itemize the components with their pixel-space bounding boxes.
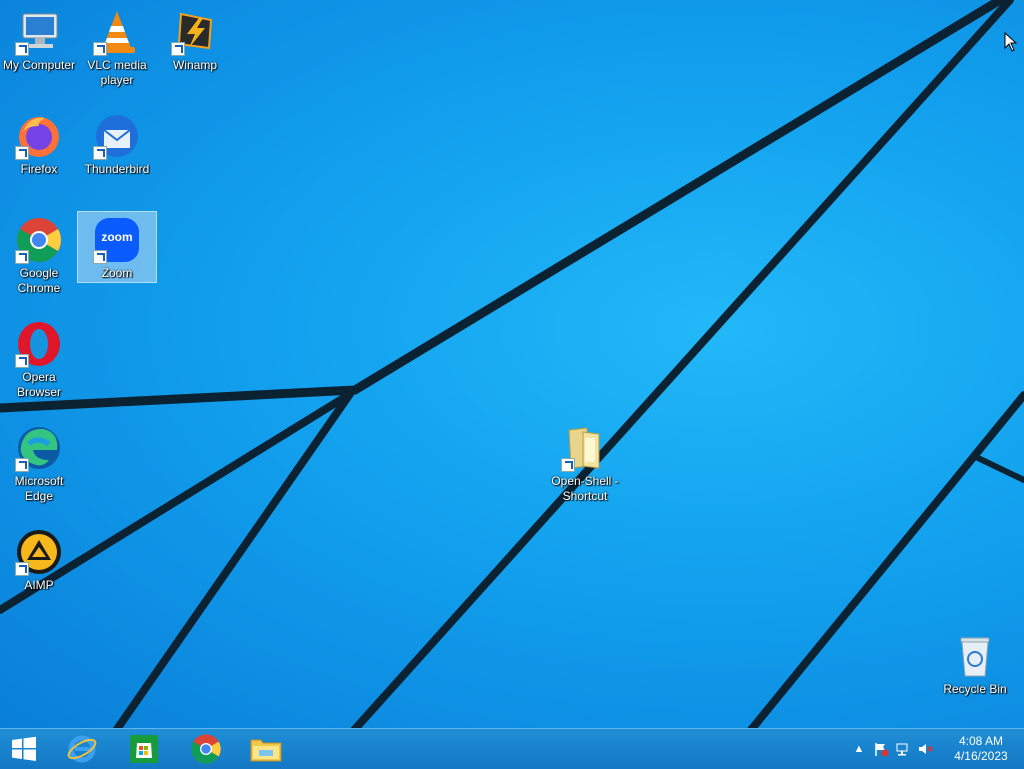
taskbar: ▲ 4:08 AM 4/16/2023 <box>0 728 1024 769</box>
icon-label: Opera Browser <box>16 370 61 399</box>
desktop-icon-open-shell-shortcut[interactable]: Open-Shell - Shortcut <box>546 420 624 504</box>
shortcut-arrow-icon <box>15 458 29 472</box>
desktop-icon-recycle-bin[interactable]: Recycle Bin <box>936 628 1014 697</box>
icon-label: AIMP <box>24 578 54 592</box>
desktop-icon-google-chrome[interactable]: Google Chrome <box>0 212 78 296</box>
desktop[interactable]: My Computer VLC media player Winamp Fire… <box>0 0 1024 728</box>
icon-label: Winamp <box>172 58 217 72</box>
icon-label: Google Chrome <box>17 266 61 295</box>
recycle-bin-icon <box>951 632 999 680</box>
shortcut-arrow-icon <box>15 146 29 160</box>
shortcut-arrow-icon <box>561 458 575 472</box>
aimp-icon <box>15 528 63 576</box>
mouse-cursor-icon <box>1004 32 1018 52</box>
desktop-icon-my-computer[interactable]: My Computer <box>0 4 78 73</box>
clock-date: 4/16/2023 <box>954 749 1008 763</box>
icon-label: Open-Shell - Shortcut <box>551 474 619 503</box>
volume-muted-icon[interactable] <box>914 729 936 769</box>
shortcut-arrow-icon <box>15 250 29 264</box>
firefox-icon <box>15 112 63 160</box>
desktop-icon-vlc[interactable]: VLC media player <box>78 4 156 88</box>
taskbar-chrome[interactable] <box>176 729 236 769</box>
zoom-icon: zoom <box>93 216 141 264</box>
shortcut-arrow-icon <box>93 42 107 56</box>
shortcut-arrow-icon <box>15 562 29 576</box>
folder-icon <box>561 424 609 472</box>
clock-time: 4:08 AM <box>958 734 1004 748</box>
start-button[interactable] <box>0 729 48 769</box>
clock[interactable]: 4:08 AM 4/16/2023 <box>946 734 1016 764</box>
shortcut-arrow-icon <box>15 354 29 368</box>
icon-label: Recycle Bin <box>943 682 1007 696</box>
windows-logo-icon <box>12 736 36 761</box>
desktop-icon-opera[interactable]: Opera Browser <box>0 316 78 400</box>
desktop-icon-winamp[interactable]: Winamp <box>156 4 234 73</box>
chrome-icon <box>15 216 63 264</box>
thunderbird-icon <box>93 112 141 160</box>
ie-icon <box>67 735 97 763</box>
network-icon[interactable] <box>892 729 914 769</box>
opera-icon <box>15 320 63 368</box>
icon-label: My Computer <box>2 58 76 72</box>
desktop-icon-zoom[interactable]: zoom Zoom <box>77 211 157 283</box>
desktop-icon-aimp[interactable]: AIMP <box>0 524 78 593</box>
shortcut-arrow-icon <box>93 146 107 160</box>
icon-label: Zoom <box>101 266 133 280</box>
show-hidden-icons-chevron[interactable]: ▲ <box>848 729 870 769</box>
shortcut-arrow-icon <box>93 250 107 264</box>
edge-icon <box>15 424 63 472</box>
desktop-icon-thunderbird[interactable]: Thunderbird <box>78 108 156 177</box>
store-icon <box>130 735 158 763</box>
vlc-icon <box>93 8 141 56</box>
taskbar-internet-explorer[interactable] <box>52 729 112 769</box>
file-explorer-icon <box>250 739 282 762</box>
desktop-icon-microsoft-edge[interactable]: Microsoft Edge <box>0 420 78 504</box>
taskbar-file-explorer[interactable] <box>236 729 296 769</box>
winamp-icon <box>171 8 219 56</box>
icon-label: Firefox <box>20 162 58 176</box>
shortcut-arrow-icon <box>15 42 29 56</box>
icon-label: VLC media player <box>87 58 147 87</box>
computer-icon <box>15 8 63 56</box>
chrome-icon <box>191 734 221 764</box>
notification-area: ▲ 4:08 AM 4/16/2023 <box>848 729 1024 769</box>
desktop-icon-firefox[interactable]: Firefox <box>0 108 78 177</box>
icon-label: Thunderbird <box>84 162 150 176</box>
zoom-logo-text: zoom <box>101 230 133 244</box>
action-center-flag-icon[interactable] <box>870 729 892 769</box>
taskbar-store[interactable] <box>114 729 174 769</box>
shortcut-arrow-icon <box>171 42 185 56</box>
icon-label: Microsoft Edge <box>14 474 64 503</box>
